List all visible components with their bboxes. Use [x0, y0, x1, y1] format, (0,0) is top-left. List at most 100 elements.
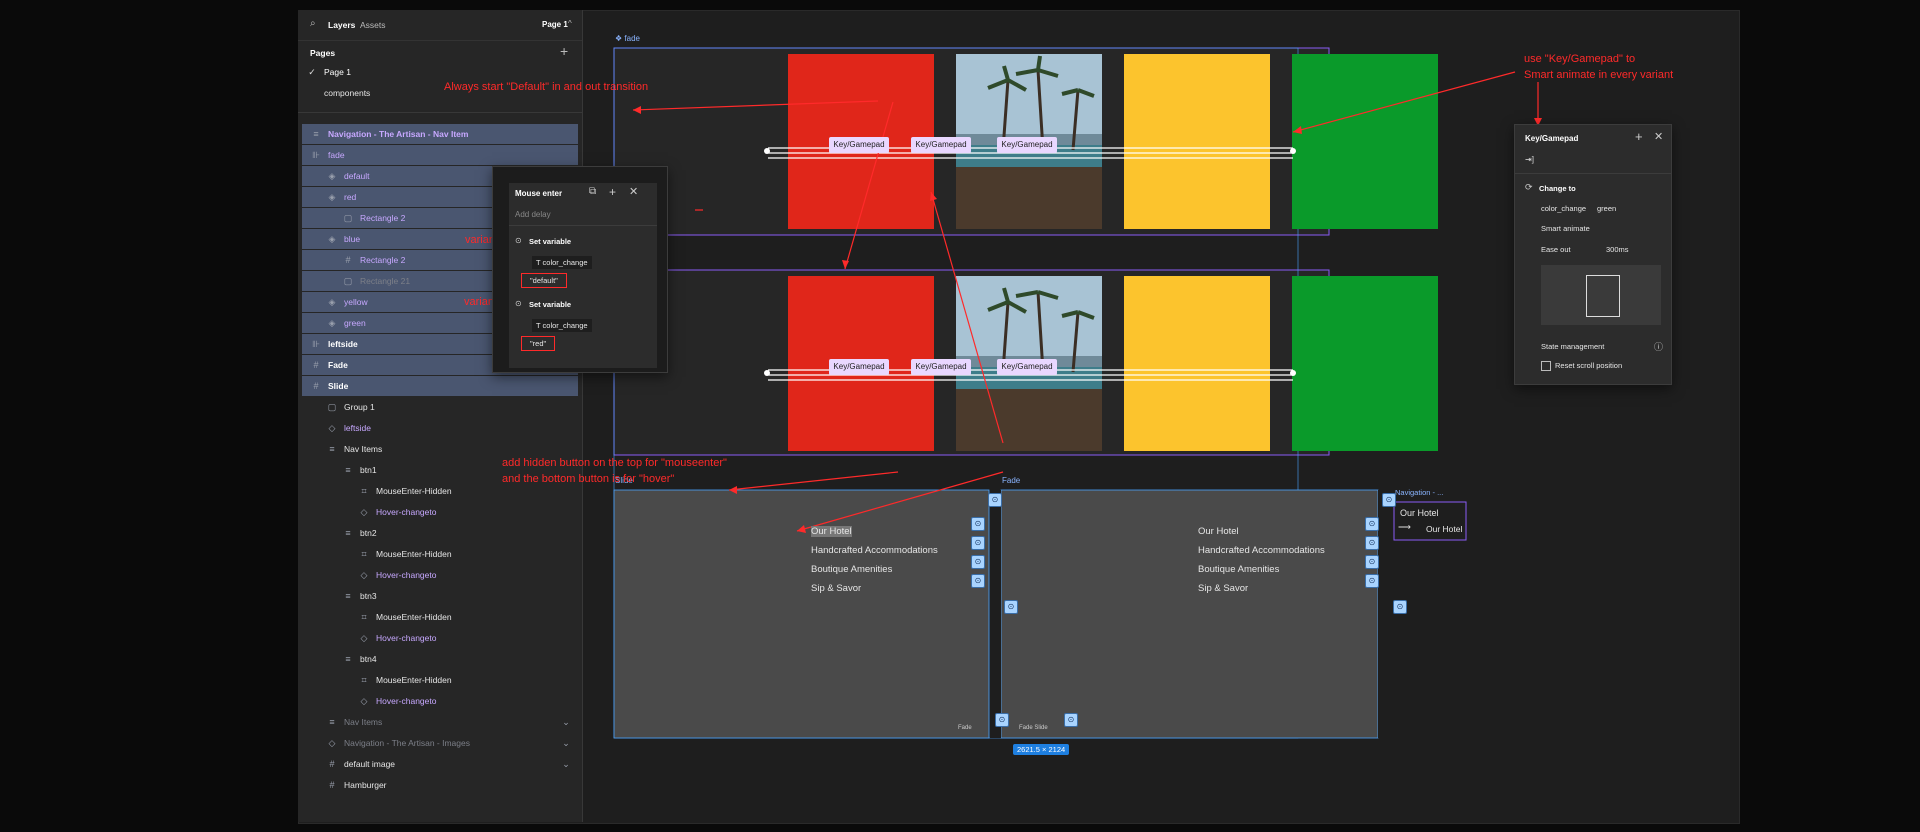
- green-variant-card[interactable]: [1292, 54, 1438, 229]
- nav-preview-text[interactable]: Our Hotel: [1400, 508, 1439, 518]
- layer-label: Hamburger: [344, 780, 387, 790]
- layer-item[interactable]: ⌗ MouseEnter-Hidden: [302, 670, 578, 690]
- layer-item[interactable]: # Hamburger: [302, 775, 578, 795]
- action-select[interactable]: Set variable: [529, 300, 571, 309]
- close-icon[interactable]: ✕: [1654, 130, 1663, 143]
- add-page-icon[interactable]: +: [560, 43, 568, 59]
- yellow-variant-card-2[interactable]: [1124, 276, 1270, 451]
- interaction-node-icon[interactable]: ⊙: [995, 713, 1009, 727]
- layer-item[interactable]: ◇ Hover-changeto: [302, 628, 578, 648]
- action-select[interactable]: Change to: [1539, 184, 1576, 193]
- nav-item-accommodations[interactable]: Handcrafted Accommodations: [811, 545, 938, 556]
- interaction-node-icon[interactable]: ⊙: [1365, 574, 1379, 588]
- info-icon[interactable]: ⓘ: [1654, 340, 1663, 353]
- collapse-icon[interactable]: ⌄: [560, 733, 572, 753]
- tab-assets[interactable]: Assets: [360, 20, 386, 30]
- nav-item-our-hotel[interactable]: Our Hotel: [811, 526, 852, 537]
- layer-item[interactable]: ⌗ MouseEnter-Hidden: [302, 544, 578, 564]
- key-gamepad-chip[interactable]: Key/Gamepad: [997, 137, 1057, 153]
- key-gamepad-chip[interactable]: Key/Gamepad: [997, 359, 1057, 375]
- layer-item[interactable]: ≡ btn2: [302, 523, 578, 543]
- add-icon[interactable]: +: [609, 185, 616, 199]
- layer-label: leftside: [344, 423, 371, 433]
- fade-frame[interactable]: [1000, 489, 1379, 739]
- layer-item[interactable]: ≡ Nav Items ⌄: [302, 712, 578, 732]
- interaction-node-icon[interactable]: ⊙: [1004, 600, 1018, 614]
- layer-item[interactable]: ≡ Navigation - The Artisan - Nav Item: [302, 124, 578, 144]
- search-icon[interactable]: ⌕: [310, 18, 316, 29]
- layer-item[interactable]: ◇ Hover-changeto: [302, 502, 578, 522]
- interaction-node-icon[interactable]: ⊙: [1365, 536, 1379, 550]
- copy-icon[interactable]: ⧉: [589, 186, 596, 197]
- close-icon[interactable]: ✕: [629, 185, 638, 198]
- fade-frame-label[interactable]: ❖ fade: [615, 34, 640, 43]
- layer-item[interactable]: # Slide: [302, 376, 578, 396]
- fade-label-text: fade: [624, 34, 640, 43]
- layer-type-icon: ◇: [360, 633, 368, 643]
- interaction-node-icon[interactable]: ⊙: [1382, 493, 1396, 507]
- page-selector[interactable]: Page 1: [542, 20, 568, 29]
- interaction-node-icon[interactable]: ⊙: [1365, 555, 1379, 569]
- nav-item-sip-savor[interactable]: Sip & Savor: [811, 583, 861, 594]
- layer-item[interactable]: ◇ Hover-changeto: [302, 565, 578, 585]
- trigger-select[interactable]: Key/Gamepad: [1525, 134, 1578, 143]
- collapse-icon[interactable]: ⌄: [560, 754, 572, 774]
- key-gamepad-chip[interactable]: Key/Gamepad: [829, 359, 889, 375]
- layer-label: btn3: [360, 591, 377, 601]
- layer-item[interactable]: ◇ Navigation - The Artisan - Images ⌄: [302, 733, 578, 753]
- layer-item[interactable]: ◇ leftside: [302, 418, 578, 438]
- layer-label: Rectangle 2: [360, 255, 406, 265]
- action-select[interactable]: Set variable: [529, 237, 571, 246]
- interaction-node-icon[interactable]: ⊙: [1365, 517, 1379, 531]
- add-delay[interactable]: Add delay: [515, 210, 551, 219]
- interaction-node-icon[interactable]: ⊙: [971, 555, 985, 569]
- property-value-select[interactable]: green: [1597, 204, 1616, 213]
- interaction-node-icon[interactable]: ⊙: [1064, 713, 1078, 727]
- value-input-default[interactable]: "default": [521, 273, 567, 288]
- nav-item-our-hotel[interactable]: Our Hotel: [1198, 526, 1239, 537]
- layer-item[interactable]: ≡ Nav Items: [302, 439, 578, 459]
- interaction-node-icon[interactable]: ⊙: [1393, 600, 1407, 614]
- key-gamepad-chip[interactable]: Key/Gamepad: [829, 137, 889, 153]
- fade-frame-label-2[interactable]: Fade: [1002, 476, 1020, 485]
- layer-item[interactable]: # default image ⌄: [302, 754, 578, 774]
- variable-select[interactable]: T color_change: [532, 256, 592, 269]
- collapse-icon[interactable]: ⌄: [560, 712, 572, 732]
- key-gamepad-chip[interactable]: Key/Gamepad: [911, 359, 971, 375]
- yellow-variant-card[interactable]: [1124, 54, 1270, 229]
- reset-scroll-checkbox[interactable]: [1541, 361, 1551, 371]
- interaction-node-icon[interactable]: ⊙: [971, 574, 985, 588]
- green-variant-card-2[interactable]: [1292, 276, 1438, 451]
- variable-select[interactable]: T color_change: [532, 319, 592, 332]
- layer-label: Navigation - The Artisan - Images: [344, 738, 470, 748]
- duration-input[interactable]: 300ms: [1606, 245, 1629, 254]
- interaction-node-icon[interactable]: ⊙: [971, 536, 985, 550]
- animation-select[interactable]: Smart animate: [1541, 224, 1590, 233]
- tab-layers[interactable]: Layers: [328, 20, 355, 30]
- nav-preview-text-hover[interactable]: Our Hotel: [1426, 524, 1462, 534]
- layer-label: default image: [344, 759, 396, 769]
- interaction-node-icon[interactable]: ⊙: [971, 517, 985, 531]
- key-binding-icon[interactable]: ⇥]: [1525, 155, 1534, 164]
- layer-item[interactable]: ≡ btn4: [302, 649, 578, 669]
- layer-label: green: [344, 318, 366, 328]
- layer-item[interactable]: ⌗ MouseEnter-Hidden: [302, 607, 578, 627]
- value-input-red[interactable]: "red": [521, 336, 556, 351]
- chevron-up-icon[interactable]: ^: [568, 19, 572, 28]
- nav-item-sip-savor[interactable]: Sip & Savor: [1198, 583, 1248, 594]
- layer-item[interactable]: ≡ btn3: [302, 586, 578, 606]
- layer-item[interactable]: ▢ Group 1: [302, 397, 578, 417]
- trigger-select[interactable]: Mouse enter: [515, 189, 562, 198]
- nav-item-accommodations[interactable]: Handcrafted Accommodations: [1198, 545, 1325, 556]
- nav-frame-label[interactable]: Navigation - ...: [1395, 488, 1443, 497]
- key-gamepad-chip[interactable]: Key/Gamepad: [911, 137, 971, 153]
- nav-item-amenities[interactable]: Boutique Amenities: [1198, 564, 1279, 575]
- layer-label: Navigation - The Artisan - Nav Item: [328, 129, 469, 139]
- nav-item-amenities[interactable]: Boutique Amenities: [811, 564, 892, 575]
- interaction-node-icon[interactable]: ⊙: [988, 493, 1002, 507]
- layer-item[interactable]: ⊪ fade: [302, 145, 578, 165]
- add-icon[interactable]: +: [1635, 129, 1643, 144]
- page-item-page1[interactable]: ✓ Page 1: [302, 62, 578, 82]
- easing-select[interactable]: Ease out: [1541, 245, 1571, 254]
- layer-item[interactable]: ◇ Hover-changeto: [302, 691, 578, 711]
